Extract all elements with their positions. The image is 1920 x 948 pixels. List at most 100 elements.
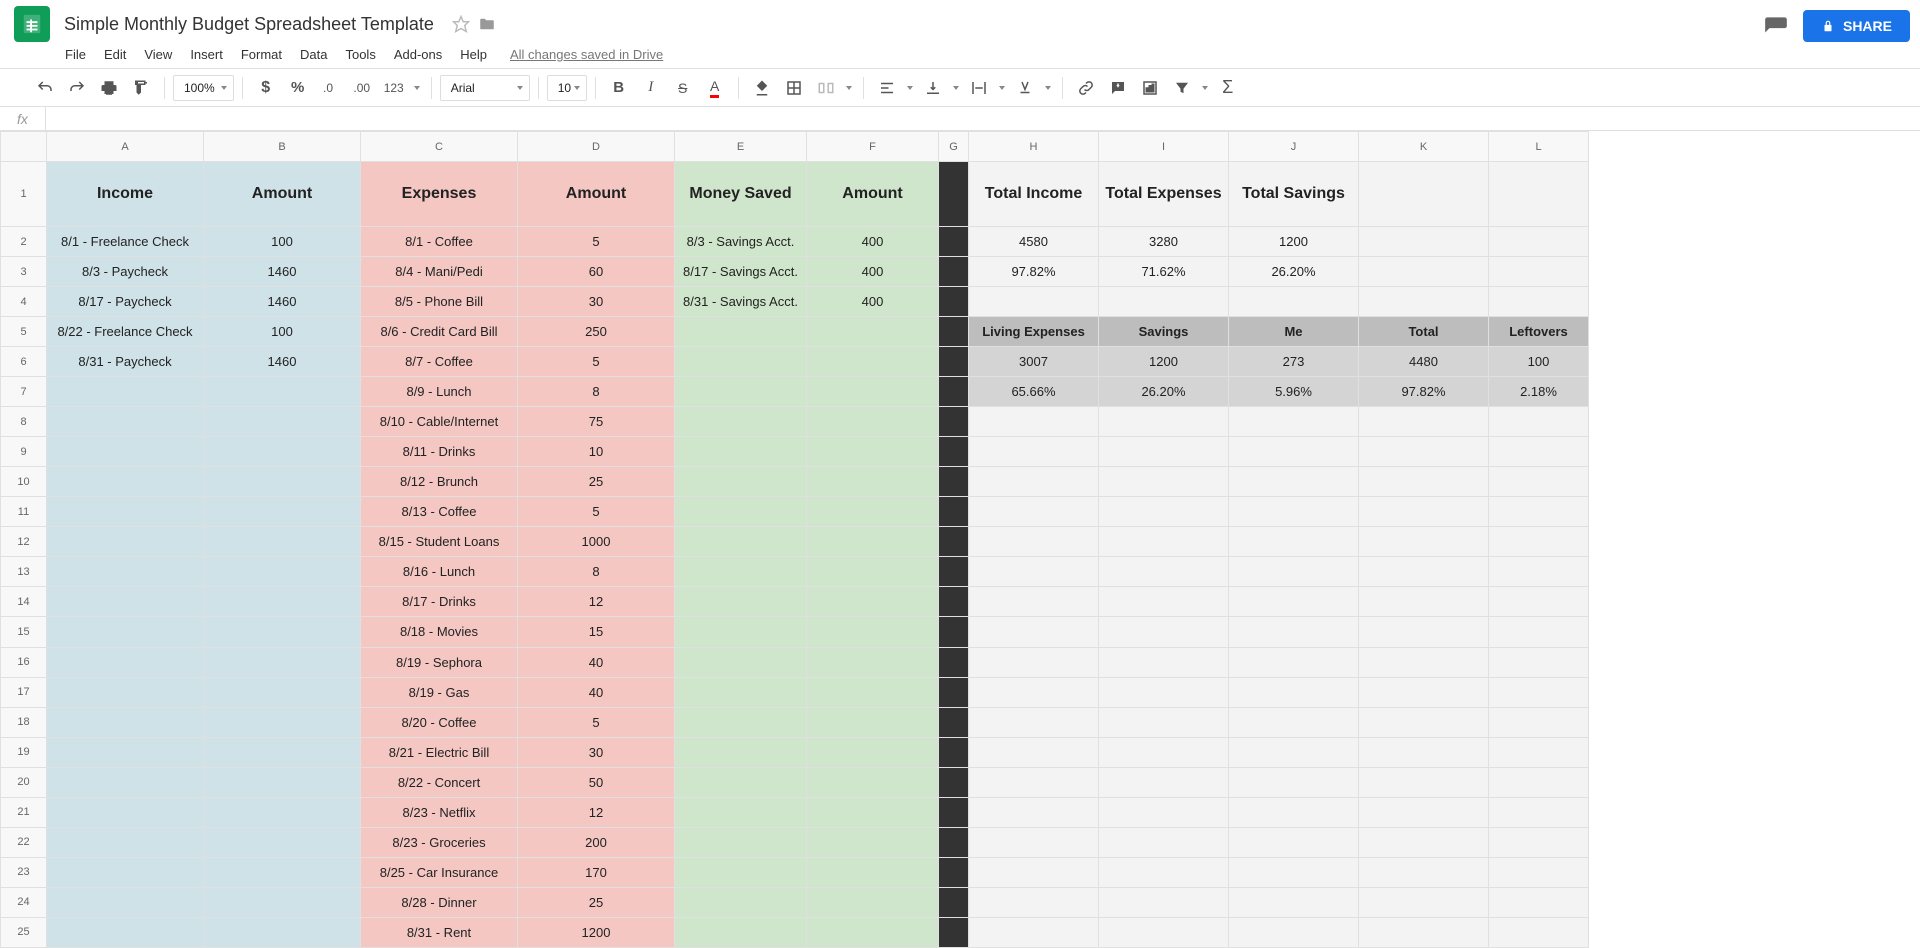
row-header-2[interactable]: 2 bbox=[1, 227, 47, 257]
cell-K20[interactable] bbox=[1359, 767, 1489, 797]
cell-L6[interactable]: 100 bbox=[1489, 347, 1589, 377]
cell-L24[interactable] bbox=[1489, 887, 1589, 917]
cell-C19[interactable]: 8/21 - Electric Bill bbox=[361, 737, 518, 767]
cell-I6[interactable]: 1200 bbox=[1099, 347, 1229, 377]
cell-A11[interactable] bbox=[47, 497, 204, 527]
cell-C23[interactable]: 8/25 - Car Insurance bbox=[361, 857, 518, 887]
cell-G21[interactable] bbox=[939, 797, 969, 827]
cell-D11[interactable]: 5 bbox=[518, 497, 675, 527]
cell-C7[interactable]: 8/9 - Lunch bbox=[361, 377, 518, 407]
cell-I8[interactable] bbox=[1099, 407, 1229, 437]
cell-I19[interactable] bbox=[1099, 737, 1229, 767]
cell-E16[interactable] bbox=[675, 647, 807, 677]
cell-H20[interactable] bbox=[969, 767, 1099, 797]
folder-icon[interactable] bbox=[478, 15, 496, 33]
insert-link-button[interactable] bbox=[1071, 73, 1101, 103]
v-align-button[interactable] bbox=[918, 73, 948, 103]
menu-data[interactable]: Data bbox=[291, 43, 336, 66]
cell-A8[interactable] bbox=[47, 407, 204, 437]
formula-input[interactable] bbox=[46, 107, 1920, 130]
cell-E11[interactable] bbox=[675, 497, 807, 527]
menu-insert[interactable]: Insert bbox=[181, 43, 232, 66]
cell-A25[interactable] bbox=[47, 917, 204, 947]
cell-E12[interactable] bbox=[675, 527, 807, 557]
select-all-corner[interactable] bbox=[1, 132, 47, 162]
row-header-16[interactable]: 16 bbox=[1, 647, 47, 677]
cell-I25[interactable] bbox=[1099, 917, 1229, 947]
cell-G8[interactable] bbox=[939, 407, 969, 437]
cell-A24[interactable] bbox=[47, 887, 204, 917]
italic-button[interactable]: I bbox=[636, 73, 666, 103]
text-rotation-button[interactable] bbox=[1010, 73, 1040, 103]
cell-E2[interactable]: 8/3 - Savings Acct. bbox=[675, 227, 807, 257]
col-header-H[interactable]: H bbox=[969, 132, 1099, 162]
row-header-1[interactable]: 1 bbox=[1, 162, 47, 227]
cell-A17[interactable] bbox=[47, 677, 204, 707]
cell-K14[interactable] bbox=[1359, 587, 1489, 617]
cell-H25[interactable] bbox=[969, 917, 1099, 947]
cell-C11[interactable]: 8/13 - Coffee bbox=[361, 497, 518, 527]
row-header-6[interactable]: 6 bbox=[1, 347, 47, 377]
spreadsheet-grid[interactable]: ABCDEFGHIJKL1IncomeAmountExpensesAmountM… bbox=[0, 131, 1920, 948]
borders-button[interactable] bbox=[779, 73, 809, 103]
cell-J25[interactable] bbox=[1229, 917, 1359, 947]
cell-D25[interactable]: 1200 bbox=[518, 917, 675, 947]
cell-L4[interactable] bbox=[1489, 287, 1589, 317]
cell-B15[interactable] bbox=[204, 617, 361, 647]
cell-F6[interactable] bbox=[807, 347, 939, 377]
cell-F16[interactable] bbox=[807, 647, 939, 677]
cell-B10[interactable] bbox=[204, 467, 361, 497]
cell-E5[interactable] bbox=[675, 317, 807, 347]
menu-file[interactable]: File bbox=[56, 43, 95, 66]
cell-E1[interactable]: Money Saved bbox=[675, 162, 807, 227]
cell-K22[interactable] bbox=[1359, 827, 1489, 857]
cell-B9[interactable] bbox=[204, 437, 361, 467]
cell-K23[interactable] bbox=[1359, 857, 1489, 887]
cell-L12[interactable] bbox=[1489, 527, 1589, 557]
menu-help[interactable]: Help bbox=[451, 43, 496, 66]
cell-J6[interactable]: 273 bbox=[1229, 347, 1359, 377]
cell-H22[interactable] bbox=[969, 827, 1099, 857]
cell-K18[interactable] bbox=[1359, 707, 1489, 737]
cell-L13[interactable] bbox=[1489, 557, 1589, 587]
cell-H11[interactable] bbox=[969, 497, 1099, 527]
cell-E7[interactable] bbox=[675, 377, 807, 407]
cell-I4[interactable] bbox=[1099, 287, 1229, 317]
cell-C25[interactable]: 8/31 - Rent bbox=[361, 917, 518, 947]
cell-A3[interactable]: 8/3 - Paycheck bbox=[47, 257, 204, 287]
cell-A16[interactable] bbox=[47, 647, 204, 677]
cell-E19[interactable] bbox=[675, 737, 807, 767]
cell-G12[interactable] bbox=[939, 527, 969, 557]
cell-D9[interactable]: 10 bbox=[518, 437, 675, 467]
menu-view[interactable]: View bbox=[135, 43, 181, 66]
cell-L19[interactable] bbox=[1489, 737, 1589, 767]
cell-G5[interactable] bbox=[939, 317, 969, 347]
cell-D1[interactable]: Amount bbox=[518, 162, 675, 227]
cell-D22[interactable]: 200 bbox=[518, 827, 675, 857]
cell-D6[interactable]: 5 bbox=[518, 347, 675, 377]
cell-L7[interactable]: 2.18% bbox=[1489, 377, 1589, 407]
cell-A21[interactable] bbox=[47, 797, 204, 827]
row-header-14[interactable]: 14 bbox=[1, 587, 47, 617]
zoom-select[interactable]: 100% bbox=[173, 75, 234, 101]
cell-J3[interactable]: 26.20% bbox=[1229, 257, 1359, 287]
cell-F21[interactable] bbox=[807, 797, 939, 827]
cell-F11[interactable] bbox=[807, 497, 939, 527]
cell-I23[interactable] bbox=[1099, 857, 1229, 887]
bold-button[interactable]: B bbox=[604, 73, 634, 103]
cell-J23[interactable] bbox=[1229, 857, 1359, 887]
row-header-5[interactable]: 5 bbox=[1, 317, 47, 347]
cell-I18[interactable] bbox=[1099, 707, 1229, 737]
cell-H15[interactable] bbox=[969, 617, 1099, 647]
cell-I2[interactable]: 3280 bbox=[1099, 227, 1229, 257]
cell-I20[interactable] bbox=[1099, 767, 1229, 797]
font-select[interactable]: Arial bbox=[440, 75, 530, 101]
cell-L22[interactable] bbox=[1489, 827, 1589, 857]
cell-K10[interactable] bbox=[1359, 467, 1489, 497]
cell-K19[interactable] bbox=[1359, 737, 1489, 767]
cell-I12[interactable] bbox=[1099, 527, 1229, 557]
cell-J16[interactable] bbox=[1229, 647, 1359, 677]
cell-F19[interactable] bbox=[807, 737, 939, 767]
cell-G13[interactable] bbox=[939, 557, 969, 587]
cell-F7[interactable] bbox=[807, 377, 939, 407]
